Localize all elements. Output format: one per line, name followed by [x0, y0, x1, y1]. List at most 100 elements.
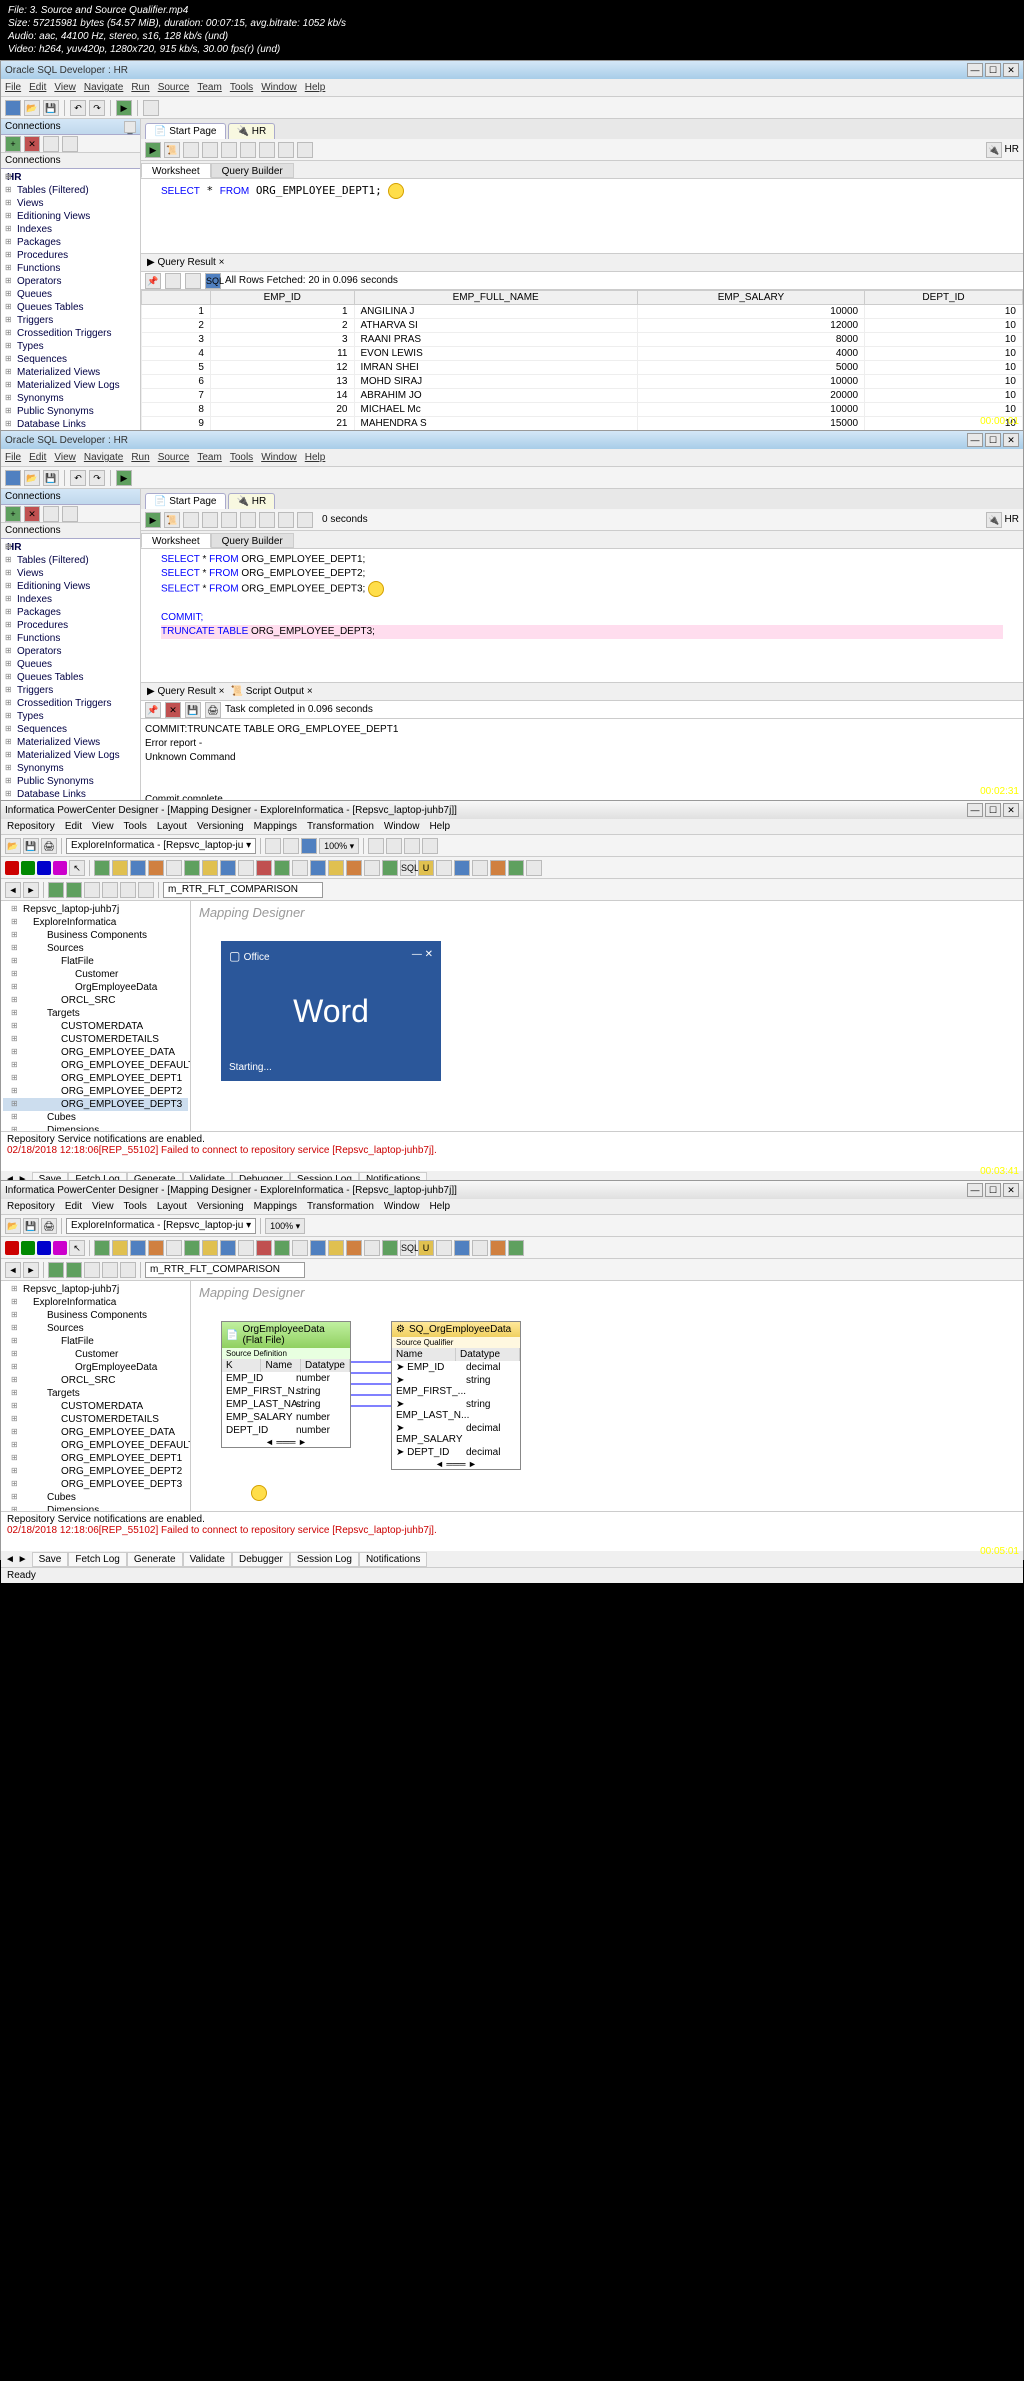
color-d[interactable]	[5, 861, 19, 875]
menu-mappings[interactable]: Mappings	[254, 1201, 297, 1212]
tree-item[interactable]: ORG_EMPLOYEE_DEPT3	[3, 1478, 188, 1491]
clear-button[interactable]	[278, 512, 294, 528]
print-button[interactable]: 🖨	[41, 1218, 57, 1234]
tree-item[interactable]: Business Components	[3, 929, 188, 942]
menu-source[interactable]: Source	[158, 82, 190, 93]
menu-mappings[interactable]: Mappings	[254, 821, 297, 832]
menu-edit[interactable]: Edit	[29, 452, 46, 463]
pointer-tool[interactable]: ↖	[69, 1240, 85, 1256]
trans-r[interactable]: SQL	[400, 1240, 416, 1256]
tree-item[interactable]: Procedures	[3, 619, 138, 632]
tree-item[interactable]: Packages	[3, 606, 138, 619]
color-o[interactable]	[21, 1241, 35, 1255]
tree-item[interactable]: ORG_EMPLOYEE_DEFAULTGRP	[3, 1059, 188, 1072]
trans-e[interactable]	[166, 860, 182, 876]
tree-item[interactable]: Customer	[3, 968, 188, 981]
script-output-tab[interactable]: Script Output	[246, 686, 304, 697]
table-row[interactable]: 921MAHENDRA S1500010	[142, 417, 1023, 431]
menu-window[interactable]: Window	[261, 82, 297, 93]
arrange-c[interactable]	[84, 1262, 100, 1278]
tree-root[interactable]: Repsvc_laptop-juhb7j	[3, 1283, 188, 1296]
format-button[interactable]	[259, 512, 275, 528]
tree-item[interactable]: Materialized View Logs	[3, 379, 138, 392]
minimize-button[interactable]: —	[967, 1183, 983, 1197]
menu-transformation[interactable]: Transformation	[307, 821, 374, 832]
find-button[interactable]	[297, 142, 313, 158]
connections-tree[interactable]: HR Tables (Filtered)ViewsEditioning View…	[1, 169, 140, 443]
trans-i[interactable]	[238, 1240, 254, 1256]
tree-item[interactable]: Crossedition Triggers	[3, 697, 138, 710]
tab-hr[interactable]: 🔌 HR	[228, 123, 276, 139]
trans-p[interactable]	[364, 1240, 380, 1256]
trans-g[interactable]	[202, 1240, 218, 1256]
trans-b[interactable]	[112, 860, 128, 876]
commit-button[interactable]	[221, 512, 237, 528]
trans-o[interactable]	[346, 1240, 362, 1256]
tab-fetch-log[interactable]: Fetch Log	[68, 1552, 126, 1567]
trans-l[interactable]	[292, 860, 308, 876]
run-button[interactable]: ▶	[116, 100, 132, 116]
close-button[interactable]: ✕	[1003, 1183, 1019, 1197]
trans-q[interactable]	[382, 1240, 398, 1256]
field-row[interactable]: ➤ DEPT_IDdecimal	[392, 1446, 520, 1459]
arrange-b[interactable]	[66, 1262, 82, 1278]
arrange-f[interactable]	[138, 882, 154, 898]
tree-item[interactable]: Sources	[3, 942, 188, 955]
tree-item[interactable]: Functions	[3, 632, 138, 645]
repo-dropdown[interactable]: ExploreInformatica - [Repsvc_laptop-ju ▾	[66, 1218, 256, 1234]
trans-a[interactable]	[94, 1240, 110, 1256]
menu-team[interactable]: Team	[197, 452, 221, 463]
filter-icon[interactable]	[62, 136, 78, 152]
tree-root[interactable]: Repsvc_laptop-juhb7j	[3, 903, 188, 916]
menu-edit[interactable]: Edit	[65, 821, 82, 832]
nav-fwd[interactable]: ►	[23, 1262, 39, 1278]
tree-item[interactable]: Materialized Views	[3, 366, 138, 379]
query-builder-tab[interactable]: Query Builder	[211, 163, 294, 178]
open-button[interactable]: 📂	[24, 470, 40, 486]
menu-help[interactable]: Help	[305, 452, 326, 463]
trans-j[interactable]	[256, 1240, 272, 1256]
tree-item[interactable]: Public Synonyms	[3, 775, 138, 788]
maximize-button[interactable]: ☐	[985, 803, 1001, 817]
field-row[interactable]: ➤ EMP_IDdecimal	[392, 1361, 520, 1374]
tree-item[interactable]: Sequences	[3, 723, 138, 736]
menu-versioning[interactable]: Versioning	[197, 821, 244, 832]
table-row[interactable]: 714ABRAHIM JO2000010	[142, 389, 1023, 403]
trans-d[interactable]	[148, 1240, 164, 1256]
arrange-c[interactable]	[84, 882, 100, 898]
tree-item[interactable]: Indexes	[3, 593, 138, 606]
trans-k[interactable]	[274, 1240, 290, 1256]
trans-e[interactable]	[166, 1240, 182, 1256]
color-o[interactable]	[21, 861, 35, 875]
bookmark-button[interactable]	[297, 512, 313, 528]
explain-plan-button[interactable]	[183, 142, 199, 158]
tree-item[interactable]: ORG_EMPLOYEE_DEPT1	[3, 1072, 188, 1085]
tab-session-log[interactable]: Session Log	[290, 1552, 359, 1567]
save-button[interactable]: 💾	[23, 1218, 39, 1234]
trans-c[interactable]	[130, 1240, 146, 1256]
trans-i[interactable]	[238, 860, 254, 876]
menu-tools[interactable]: Tools	[124, 821, 147, 832]
tree-item[interactable]: ORG_EMPLOYEE_DEPT2	[3, 1465, 188, 1478]
tb-b[interactable]	[386, 838, 402, 854]
arrange-a[interactable]	[48, 1262, 64, 1278]
source-qualifier-box[interactable]: ⚙SQ_OrgEmployeeData Source Qualifier Nam…	[391, 1321, 521, 1470]
tree-root-hr[interactable]: HR	[3, 541, 138, 554]
tree-item[interactable]: Dimensions	[3, 1124, 188, 1131]
tree-item[interactable]: Operators	[3, 645, 138, 658]
tree-root-hr[interactable]: HR	[3, 171, 138, 184]
color-d[interactable]	[5, 1241, 19, 1255]
rollback-button[interactable]	[240, 512, 256, 528]
open-button[interactable]: 📂	[5, 838, 21, 854]
rollback-button[interactable]	[240, 142, 256, 158]
tree-item[interactable]: ORG_EMPLOYEE_DEPT3	[3, 1098, 188, 1111]
menu-window[interactable]: Window	[261, 452, 297, 463]
field-row[interactable]: EMP_SALARYnumber	[222, 1411, 350, 1424]
field-row[interactable]: ➤ EMP_SALARYdecimal	[392, 1422, 520, 1446]
tree-item[interactable]: Editioning Views	[3, 580, 138, 593]
tab-validate[interactable]: Validate	[183, 1552, 232, 1567]
zoom-field[interactable]: 100% ▾	[265, 1218, 305, 1234]
trans-h[interactable]	[220, 860, 236, 876]
arrange-e[interactable]	[120, 1262, 136, 1278]
trans-u[interactable]	[454, 1240, 470, 1256]
